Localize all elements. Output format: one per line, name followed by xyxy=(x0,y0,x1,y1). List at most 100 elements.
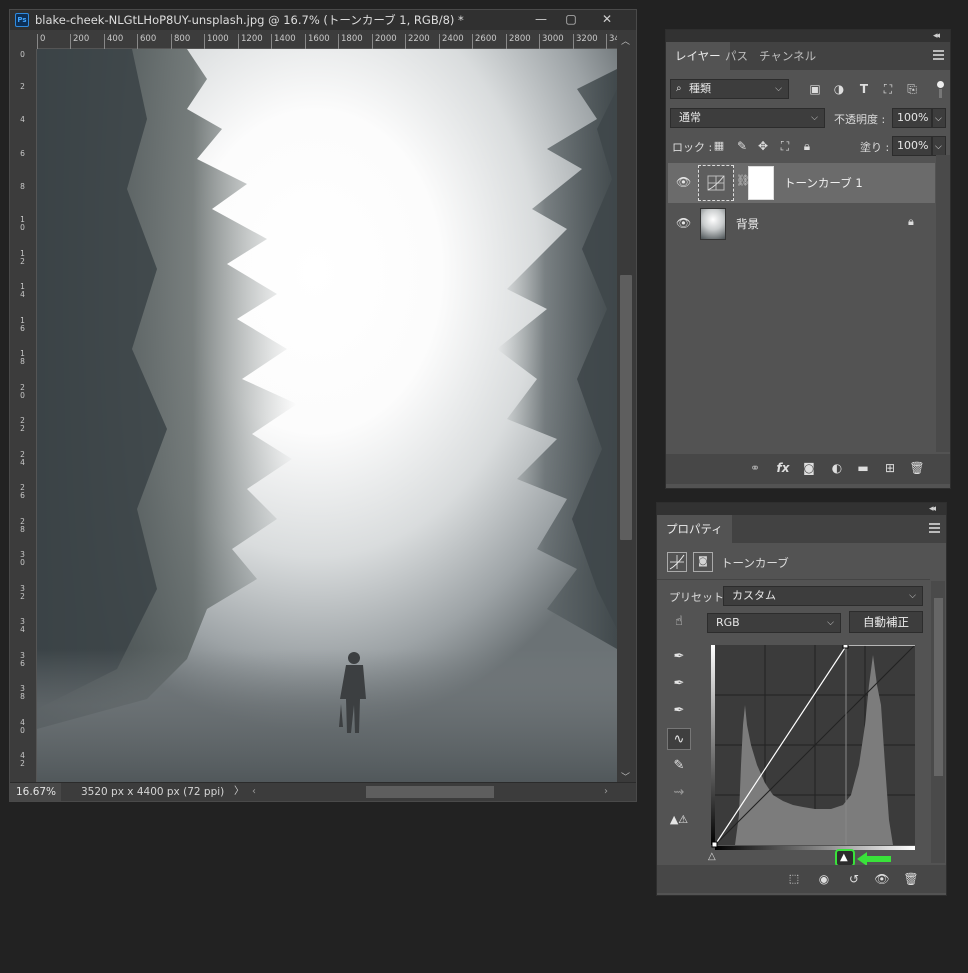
collapse-icon[interactable]: ◂◂ xyxy=(929,503,936,515)
zoom-field[interactable]: 16.67% xyxy=(10,783,61,801)
ruler-tick: 22 xyxy=(20,416,25,433)
tab-properties[interactable]: プロパティ xyxy=(657,515,732,543)
chevron-down-icon: ⌵ xyxy=(827,618,834,628)
blend-mode-value: 通常 xyxy=(679,111,701,124)
shape-filter-icon[interactable]: ⛶ xyxy=(879,81,897,97)
ruler-tick: 0 xyxy=(20,50,25,59)
tab-channels[interactable]: チャンネル xyxy=(750,42,825,70)
search-icon: ⌕ xyxy=(676,83,682,94)
black-point-slider-icon[interactable]: △ xyxy=(708,851,716,862)
white-eyedropper-icon[interactable]: ✒ xyxy=(667,700,691,722)
ruler-tick: 3000 xyxy=(539,34,564,49)
ruler-tick: 800 xyxy=(171,34,190,49)
mask-properties-icon[interactable]: ◙ xyxy=(693,552,713,572)
scroll-up-icon[interactable]: ︿ xyxy=(621,34,630,47)
curve-point-tool-icon[interactable]: ∿ xyxy=(667,728,691,750)
opacity-field[interactable]: 100% xyxy=(892,108,932,128)
vertical-scroll-thumb[interactable] xyxy=(620,275,632,540)
reset-icon[interactable]: ↺ xyxy=(845,871,863,887)
layer-row-background[interactable]: 👁︎ 背景 🔒︎ xyxy=(668,204,935,244)
smooth-curve-icon[interactable]: ⇝ xyxy=(667,782,691,804)
opacity-dropdown-arrow[interactable]: ⌵ xyxy=(932,108,946,128)
panel-header[interactable]: ◂◂ xyxy=(657,503,946,515)
curves-adjustment-icon[interactable] xyxy=(667,552,687,572)
layer-name[interactable]: トーンカーブ 1 xyxy=(784,175,863,191)
adjustment-icon[interactable]: ◐ xyxy=(828,460,846,476)
lock-position-icon[interactable]: ✥ xyxy=(754,138,772,154)
scroll-left-icon[interactable]: ‹ xyxy=(252,783,256,801)
scroll-right-icon[interactable]: › xyxy=(604,783,608,801)
eye-icon[interactable]: 👁︎ xyxy=(676,175,691,189)
ruler-tick: 42 xyxy=(20,751,25,768)
document-title-bar[interactable]: Ps blake-cheek-NLGtLHoP8UY-unsplash.jpg … xyxy=(10,10,636,30)
preset-dropdown[interactable]: カスタム ⌵ xyxy=(723,586,923,606)
fx-icon[interactable]: fx xyxy=(774,460,792,476)
on-image-adjust-icon[interactable]: ☝ xyxy=(667,611,691,633)
ruler-tick: 8 xyxy=(20,182,25,191)
black-eyedropper-icon[interactable]: ✒ xyxy=(667,646,691,668)
channel-dropdown[interactable]: RGB ⌵ xyxy=(707,613,841,633)
blend-mode-dropdown[interactable]: 通常 ⌵ xyxy=(670,108,825,128)
panel-menu-icon[interactable] xyxy=(933,50,944,60)
type-filter-icon[interactable]: T xyxy=(855,81,873,97)
new-layer-icon[interactable]: ⊞ xyxy=(881,460,899,476)
panel-header[interactable]: ◂◂ xyxy=(666,30,950,42)
maximize-button[interactable]: ▢ xyxy=(556,10,586,28)
curve-graph[interactable] xyxy=(711,642,917,851)
layer-filter-dropdown[interactable]: ⌕ 種類 ⌵ xyxy=(670,79,789,99)
document-canvas[interactable] xyxy=(37,49,617,791)
lock-artboard-icon[interactable]: ⛶ xyxy=(776,138,794,154)
horizontal-scroll-thumb[interactable] xyxy=(366,786,494,798)
filter-toggle[interactable] xyxy=(936,79,944,99)
pixel-filter-icon[interactable]: ▣ xyxy=(806,81,824,97)
status-menu-arrow[interactable]: 〉 xyxy=(234,783,244,801)
close-button[interactable]: ✕ xyxy=(592,10,622,28)
clipping-warning-icon[interactable]: ▲⚠ xyxy=(667,809,691,831)
ruler-tick: 10 xyxy=(20,215,25,232)
auto-button[interactable]: 自動補正 xyxy=(849,611,923,633)
adjustment-title: トーンカーブ xyxy=(721,556,789,570)
link-icon[interactable]: ⚭ xyxy=(746,460,764,476)
ruler-corner xyxy=(10,30,37,49)
horizontal-ruler[interactable]: 0 200 400 600 800 1000 1200 1400 1600 18… xyxy=(37,30,620,49)
chevron-down-icon: ⌵ xyxy=(909,591,916,601)
mask-icon[interactable]: ◙ xyxy=(800,460,818,476)
layer-row-curves[interactable]: 👁︎ ⛓ トーンカーブ 1 xyxy=(668,163,935,203)
status-bar: 16.67% 3520 px x 4400 px (72 ppi) 〉 ‹ › xyxy=(10,782,636,801)
folder-icon[interactable]: ▬ xyxy=(854,460,872,476)
panel-menu-icon[interactable] xyxy=(929,523,940,533)
gray-eyedropper-icon[interactable]: ✒ xyxy=(667,673,691,695)
collapse-icon[interactable]: ◂◂ xyxy=(933,30,940,42)
minimize-button[interactable]: — xyxy=(526,10,556,28)
fill-dropdown-arrow[interactable]: ⌵ xyxy=(932,136,946,156)
properties-scroll-thumb[interactable] xyxy=(934,598,943,776)
layer-mask-thumbnail[interactable] xyxy=(748,166,774,200)
visibility-icon[interactable]: 👁︎ xyxy=(873,871,891,887)
lock-icon: 🔒︎ xyxy=(908,215,914,228)
ruler-tick: 32 xyxy=(20,584,25,601)
properties-panel: ◂◂ プロパティ ◙ トーンカーブ プリセット : カスタム ⌵ ☝ RGB ⌵… xyxy=(656,502,947,896)
smart-object-filter-icon[interactable]: ⎘ xyxy=(903,81,921,97)
lock-all-icon[interactable]: 🔒︎ xyxy=(798,138,816,154)
curve-graph-svg xyxy=(711,642,916,850)
curve-point-white xyxy=(842,642,849,649)
pencil-tool-icon[interactable]: ✎ xyxy=(667,755,691,777)
ruler-tick: 28 xyxy=(20,517,25,534)
vertical-ruler[interactable]: 0 2 4 6 8 10 12 14 16 18 20 22 24 26 28 … xyxy=(10,49,37,791)
fill-field[interactable]: 100% xyxy=(892,136,932,156)
ruler-tick: 40 xyxy=(20,718,25,735)
lock-image-icon[interactable]: ✎ xyxy=(733,138,751,154)
adjustment-filter-icon[interactable]: ◑ xyxy=(830,81,848,97)
ruler-tick: 1800 xyxy=(338,34,363,49)
trash-icon[interactable]: 🗑︎ xyxy=(902,871,920,887)
white-point-slider-icon[interactable]: ▲ xyxy=(840,851,848,865)
layer-name[interactable]: 背景 xyxy=(736,216,759,232)
ruler-tick: 30 xyxy=(20,550,25,567)
clip-icon[interactable]: ⬚ xyxy=(785,871,803,887)
trash-icon[interactable]: 🗑︎ xyxy=(908,460,926,476)
lock-transparency-icon[interactable]: ▦ xyxy=(710,138,728,154)
layers-scrollbar[interactable] xyxy=(936,155,950,452)
eye-icon[interactable]: 👁︎ xyxy=(676,216,691,230)
view-previous-icon[interactable]: ◉ xyxy=(815,871,833,887)
ruler-tick: 1400 xyxy=(271,34,296,49)
